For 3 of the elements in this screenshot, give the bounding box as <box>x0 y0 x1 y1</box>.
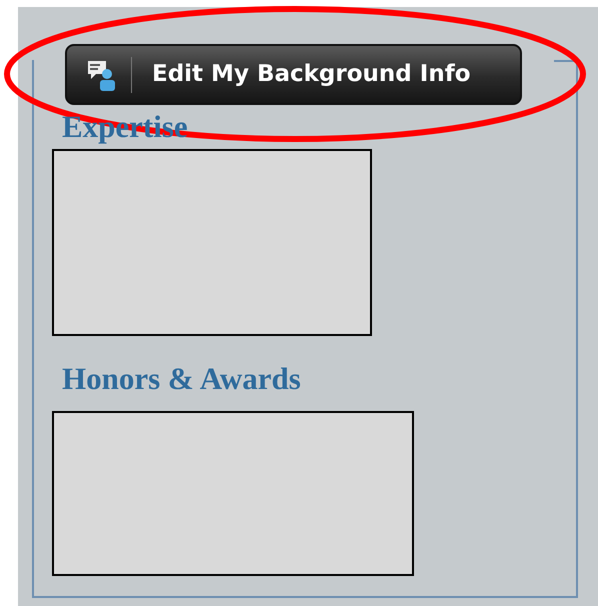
edit-background-button[interactable]: Edit My Background Info <box>65 44 522 105</box>
chat-person-icon <box>87 58 117 90</box>
section-heading: Honors & Awards <box>62 360 302 398</box>
